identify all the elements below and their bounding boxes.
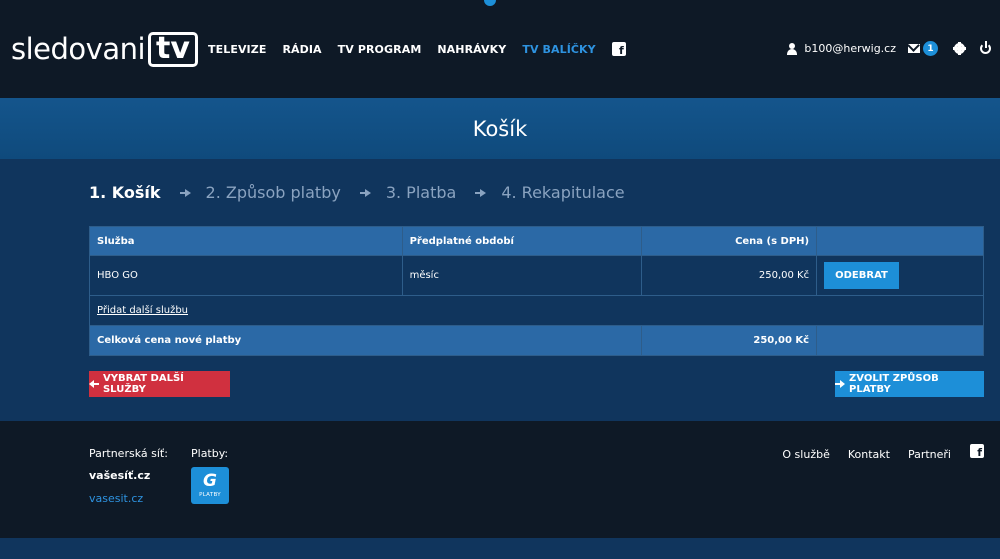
add-service-row: Přidat další službu xyxy=(89,295,984,326)
footer-link-partners[interactable]: Partneři xyxy=(908,448,951,461)
cell-service: HBO GO xyxy=(89,255,403,296)
cell-period: měsíc xyxy=(401,255,643,296)
choose-payment-method-button[interactable]: ZVOLIT ZPŮSOB PLATBY xyxy=(835,371,984,397)
footer-facebook-icon[interactable]: f xyxy=(970,444,984,458)
page-title: Košík xyxy=(472,116,528,141)
nav-tv-balicky[interactable]: TV BALÍČKY xyxy=(522,43,595,56)
step-summary: 4. Rekapitulace xyxy=(501,183,625,202)
nav-tv-program[interactable]: TV PROGRAM xyxy=(338,43,422,56)
footer-link-contact[interactable]: Kontakt xyxy=(848,448,890,461)
col-header-action xyxy=(816,226,984,256)
step-cart: 1. Košík xyxy=(89,183,161,202)
checkout-steps: 1. Košík 2. Způsob platby 3. Platba 4. R… xyxy=(89,183,625,202)
partner-name: vašesíť.cz xyxy=(89,469,151,482)
nav-nahravky[interactable]: NAHRÁVKY xyxy=(437,43,506,56)
arrow-right-icon xyxy=(179,188,192,198)
total-label: Celková cena nové platby xyxy=(88,325,643,356)
table-row: HBO GO měsíc 250,00 Kč ODEBRAT xyxy=(89,255,984,296)
arrow-right-icon xyxy=(359,188,372,198)
facebook-icon[interactable]: f xyxy=(611,42,626,56)
choose-payment-method-label: ZVOLIT ZPŮSOB PLATBY xyxy=(849,373,939,395)
footer-links: O službě Kontakt Partneři xyxy=(782,448,951,461)
choose-more-services-label: VYBRAT DALŠÍ SLUŽBY xyxy=(102,373,184,395)
total-row: Celková cena nové platby 250,00 Kč xyxy=(88,325,984,356)
site-footer: Partnerská síť: vašesíť.cz vasesit.cz Pl… xyxy=(0,421,1000,538)
arrow-left-icon xyxy=(89,380,99,388)
nav-radia[interactable]: RÁDIA xyxy=(282,43,321,56)
gopay-logo: G PLATBY xyxy=(191,467,229,504)
col-header-service: Služba xyxy=(89,226,403,256)
payments-label: Platby: xyxy=(191,447,229,460)
site-header: sledovani tv TELEVIZE RÁDIA TV PROGRAM N… xyxy=(0,0,1000,98)
gopay-icon: G xyxy=(203,471,217,491)
arrow-right-icon xyxy=(835,380,845,388)
add-service-link[interactable]: Přidat další službu xyxy=(97,305,188,316)
add-service-cell: Přidat další službu xyxy=(89,295,984,326)
user-icon xyxy=(786,42,798,55)
total-value: 250,00 Kč xyxy=(641,325,818,356)
cell-action: ODEBRAT xyxy=(816,255,984,296)
footer-link-about[interactable]: O službě xyxy=(782,448,829,461)
partner-network-label: Partnerská síť: xyxy=(89,447,168,460)
arrow-right-icon xyxy=(475,188,487,198)
partner-link[interactable]: vasesit.cz xyxy=(89,492,143,505)
mail-icon[interactable] xyxy=(908,44,920,53)
col-header-price: Cena (s DPH) xyxy=(641,226,818,256)
gear-icon[interactable] xyxy=(953,42,966,55)
total-empty-cell xyxy=(816,325,984,356)
table-header-row: Služba Předplatné období Cena (s DPH) xyxy=(89,226,984,256)
step-payment-method: 2. Způsob platby xyxy=(205,183,341,202)
loading-indicator-dot xyxy=(484,0,496,6)
nav-televize[interactable]: TELEVIZE xyxy=(208,43,266,56)
choose-more-services-button[interactable]: VYBRAT DALŠÍ SLUŽBY xyxy=(89,371,230,397)
cart-main: 1. Košík 2. Způsob platby 3. Platba 4. R… xyxy=(0,159,1000,421)
user-area: b100@herwig.cz 1 xyxy=(786,41,991,56)
site-logo[interactable]: sledovani tv xyxy=(11,31,198,67)
message-count-badge[interactable]: 1 xyxy=(923,41,938,56)
logo-text: sledovani xyxy=(11,32,146,66)
step-payment: 3. Platba xyxy=(385,183,457,202)
cart-table: Služba Předplatné období Cena (s DPH) HB… xyxy=(88,226,984,356)
col-header-period: Předplatné období xyxy=(401,226,643,256)
cell-price: 250,00 Kč xyxy=(641,255,818,296)
title-band: Košík xyxy=(0,98,1000,159)
user-email[interactable]: b100@herwig.cz xyxy=(804,42,896,55)
remove-button[interactable]: ODEBRAT xyxy=(824,262,899,289)
gopay-text: PLATBY xyxy=(199,492,221,498)
bottom-strip xyxy=(0,538,1000,559)
main-nav: TELEVIZE RÁDIA TV PROGRAM NAHRÁVKY TV BA… xyxy=(208,42,626,56)
logo-tv-box: tv xyxy=(148,31,198,67)
power-icon[interactable] xyxy=(980,41,991,54)
